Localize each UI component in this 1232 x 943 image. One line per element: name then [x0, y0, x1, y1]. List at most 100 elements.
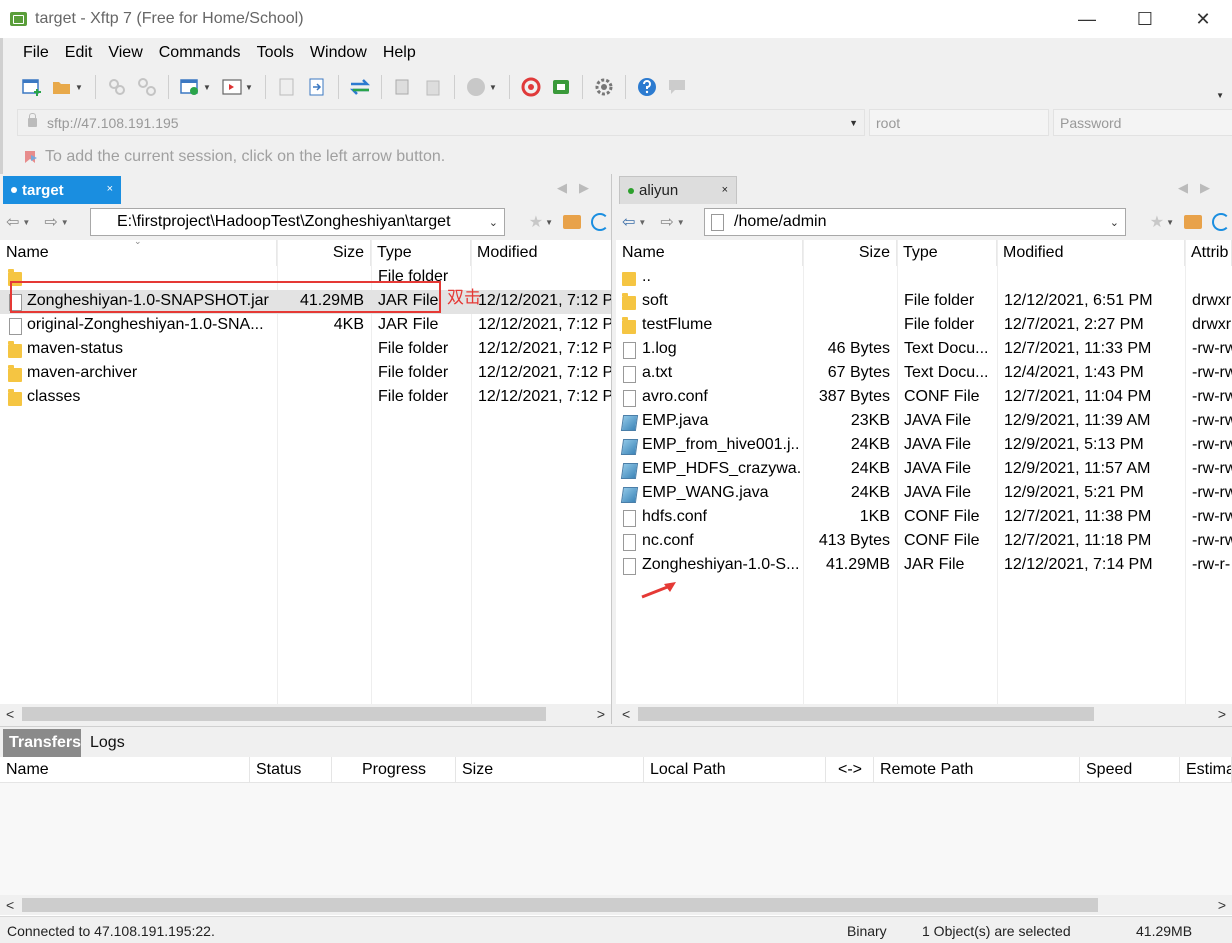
forward-dropdown-icon[interactable]: ▼ — [61, 218, 69, 227]
favorite-star-icon[interactable]: ★ — [1150, 212, 1164, 232]
scroll-left-icon[interactable]: < — [6, 706, 14, 722]
file-row[interactable]: EMP_from_hive001.j... 24KB JAVA File 12/… — [616, 434, 1232, 458]
terminal-dropdown-icon[interactable]: ▼ — [245, 83, 253, 92]
scroll-thumb[interactable] — [22, 898, 1098, 912]
file-row[interactable]: testFlume File folder 12/7/2021, 2:27 PM… — [616, 314, 1232, 338]
column-size[interactable]: Size — [277, 240, 371, 266]
tab-scroll-arrows-icon[interactable]: ◀▶ — [557, 180, 601, 196]
forward-arrow-icon[interactable]: ⇨ — [44, 212, 57, 232]
menu-help[interactable]: Help — [375, 44, 424, 62]
file-row[interactable]: nc.conf 413 Bytes CONF File 12/7/2021, 1… — [616, 530, 1232, 554]
file-row[interactable]: classes File folder 12/12/2021, 7:12 PM — [0, 386, 611, 410]
home-folder-icon[interactable] — [1184, 215, 1202, 229]
back-dropdown-icon[interactable]: ▼ — [22, 218, 30, 227]
column-name[interactable]: Name — [0, 757, 250, 783]
menu-tools[interactable]: Tools — [249, 44, 302, 62]
column-estimated[interactable]: Estima — [1180, 757, 1232, 783]
file-row[interactable]: soft File folder 12/12/2021, 6:51 PM drw… — [616, 290, 1232, 314]
column-attributes[interactable]: Attrib — [1185, 240, 1232, 266]
column-size[interactable]: Size — [803, 240, 897, 266]
new-session-icon[interactable] — [21, 76, 43, 98]
tab-logs[interactable]: Logs — [84, 729, 131, 757]
menu-edit[interactable]: Edit — [57, 44, 101, 62]
local-path-field[interactable]: E:\firstproject\HadoopTest\Zongheshiyan\… — [90, 208, 505, 236]
sync-icon[interactable] — [349, 76, 371, 98]
path-dropdown-icon[interactable]: ⌄ — [1110, 216, 1119, 229]
scroll-right-icon[interactable]: > — [1218, 897, 1226, 913]
menu-file[interactable]: File — [15, 44, 57, 62]
password-field[interactable]: Password — [1053, 109, 1232, 136]
open-folder-icon[interactable] — [51, 76, 73, 98]
menu-window[interactable]: Window — [302, 44, 375, 62]
local-horizontal-scrollbar[interactable]: < > — [0, 704, 611, 724]
menu-commands[interactable]: Commands — [151, 44, 249, 62]
minimize-button[interactable]: — — [1058, 0, 1116, 38]
tab-transfers[interactable]: Transfers — [3, 729, 81, 757]
file-row[interactable]: avro.conf 387 Bytes CONF File 12/7/2021,… — [616, 386, 1232, 410]
column-remote-path[interactable]: Remote Path — [874, 757, 1080, 783]
column-direction[interactable]: <-> — [826, 757, 874, 783]
back-dropdown-icon[interactable]: ▼ — [638, 218, 646, 227]
forward-arrow-icon[interactable]: ⇨ — [660, 212, 673, 232]
xftp-icon[interactable] — [550, 76, 572, 98]
column-speed[interactable]: Speed — [1080, 757, 1180, 783]
properties-dropdown-icon[interactable]: ▼ — [203, 83, 211, 92]
favorite-dropdown-icon[interactable]: ▼ — [545, 218, 553, 227]
forward-dropdown-icon[interactable]: ▼ — [677, 218, 685, 227]
column-modified[interactable]: Modified — [471, 240, 611, 266]
tab-close-icon[interactable]: × — [722, 184, 728, 196]
file-row[interactable]: a.txt 67 Bytes Text Docu... 12/4/2021, 1… — [616, 362, 1232, 386]
terminal-icon[interactable] — [221, 76, 243, 98]
favorite-star-icon[interactable]: ★ — [529, 212, 543, 232]
toolbar-overflow-icon[interactable]: ▼ — [1216, 91, 1224, 100]
refresh-icon[interactable] — [1212, 213, 1230, 231]
file-row[interactable]: Zongheshiyan-1.0-S... 41.29MB JAR File 1… — [616, 554, 1232, 578]
scroll-right-icon[interactable]: > — [597, 706, 605, 722]
tab-target[interactable]: target × — [3, 176, 121, 204]
remote-path-field[interactable]: /home/admin ⌄ — [704, 208, 1126, 236]
tab-scroll-arrows-icon[interactable]: ◀▶ — [1178, 180, 1222, 196]
scroll-thumb[interactable] — [638, 707, 1094, 721]
host-dropdown-icon[interactable]: ▼ — [849, 118, 858, 128]
path-dropdown-icon[interactable]: ⌄ — [489, 216, 498, 229]
file-row[interactable]: hdfs.conf 1KB CONF File 12/7/2021, 11:38… — [616, 506, 1232, 530]
menu-view[interactable]: View — [100, 44, 150, 62]
column-type[interactable]: Type — [371, 240, 471, 266]
file-row[interactable]: original-Zongheshiyan-1.0-SNA... 4KB JAR… — [0, 314, 611, 338]
remote-horizontal-scrollbar[interactable]: < > — [616, 704, 1232, 724]
open-dropdown-icon[interactable]: ▼ — [75, 83, 83, 92]
close-button[interactable]: ✕ — [1174, 0, 1232, 38]
column-modified[interactable]: Modified — [997, 240, 1185, 266]
download-icon[interactable] — [306, 76, 328, 98]
file-row[interactable]: .. — [616, 266, 1232, 290]
column-type[interactable]: Type — [897, 240, 997, 266]
maximize-button[interactable]: ☐ — [1116, 0, 1174, 38]
scroll-left-icon[interactable]: < — [6, 897, 14, 913]
scroll-right-icon[interactable]: > — [1218, 706, 1226, 722]
host-address-field[interactable]: sftp://47.108.191.195 ▼ — [17, 109, 865, 136]
scroll-thumb[interactable] — [22, 707, 546, 721]
file-row[interactable]: maven-status File folder 12/12/2021, 7:1… — [0, 338, 611, 362]
session-properties-icon[interactable] — [179, 76, 201, 98]
refresh-icon[interactable] — [591, 213, 609, 231]
home-folder-icon[interactable] — [563, 215, 581, 229]
help-icon[interactable] — [636, 76, 658, 98]
scroll-left-icon[interactable]: < — [622, 706, 630, 722]
settings-gear-icon[interactable] — [593, 76, 615, 98]
column-status[interactable]: Status — [250, 757, 332, 783]
username-field[interactable]: root — [869, 109, 1049, 136]
transfers-horizontal-scrollbar[interactable]: < > — [0, 895, 1232, 915]
column-progress[interactable]: Progress — [332, 757, 456, 783]
file-row[interactable]: maven-archiver File folder 12/12/2021, 7… — [0, 362, 611, 386]
file-row[interactable]: EMP_HDFS_crazywa... 24KB JAVA File 12/9/… — [616, 458, 1232, 482]
favorite-dropdown-icon[interactable]: ▼ — [1166, 218, 1174, 227]
back-arrow-icon[interactable]: ⇦ — [6, 212, 19, 232]
file-row[interactable]: EMP.java 23KB JAVA File 12/9/2021, 11:39… — [616, 410, 1232, 434]
file-row[interactable]: EMP_WANG.java 24KB JAVA File 12/9/2021, … — [616, 482, 1232, 506]
column-local-path[interactable]: Local Path — [644, 757, 826, 783]
back-arrow-icon[interactable]: ⇦ — [622, 212, 635, 232]
file-row[interactable]: 1.log 46 Bytes Text Docu... 12/7/2021, 1… — [616, 338, 1232, 362]
tab-close-icon[interactable]: × — [107, 183, 113, 195]
xshell-icon[interactable] — [520, 76, 542, 98]
tab-aliyun[interactable]: aliyun × — [619, 176, 737, 204]
